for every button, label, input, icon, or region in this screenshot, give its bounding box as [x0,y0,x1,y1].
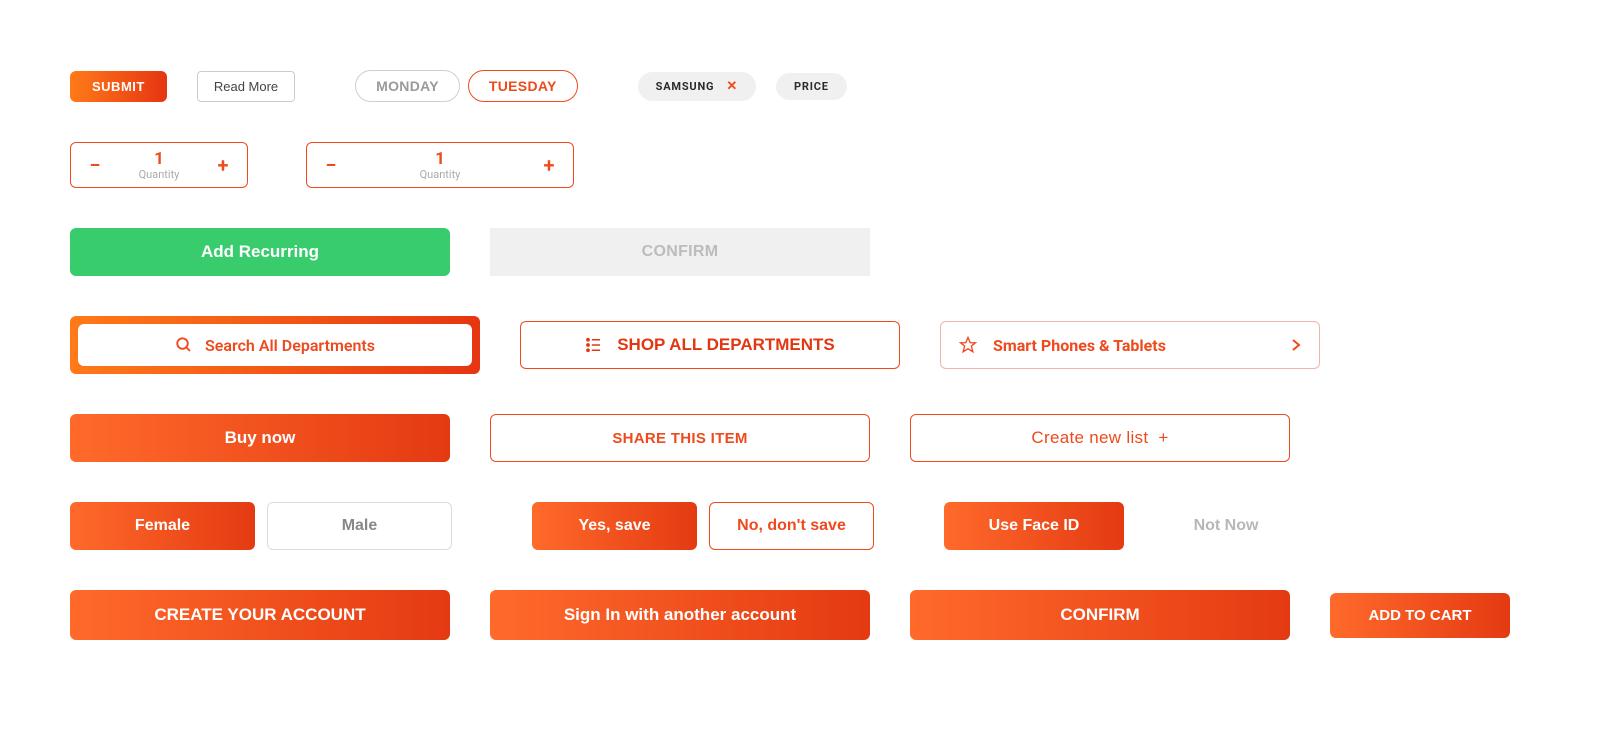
confirm-button[interactable]: CONFIRM [910,590,1290,640]
create-account-button[interactable]: CREATE YOUR ACCOUNT [70,590,450,640]
chip-label: SAMSUNG [656,80,715,93]
filter-chip-price[interactable]: PRICE [776,73,847,100]
chevron-right-icon [1291,338,1301,352]
search-icon [175,336,193,354]
plus-icon[interactable]: + [199,143,247,187]
buy-now-button[interactable]: Buy now [70,414,450,462]
category-nav[interactable]: Smart Phones & Tablets [940,321,1320,369]
category-label: Smart Phones & Tablets [993,336,1166,355]
add-recurring-button[interactable]: Add Recurring [70,228,450,276]
quantity-label: Quantity [139,169,180,180]
share-item-button[interactable]: SHARE THIS ITEM [490,414,870,462]
not-now-button[interactable]: Not Now [1136,502,1316,550]
create-list-label: Create new list [1031,428,1148,448]
signin-another-account-button[interactable]: Sign In with another account [490,590,870,640]
day-pill-tuesday[interactable]: TUESDAY [468,70,578,102]
chip-label: PRICE [794,80,829,93]
yes-save-button[interactable]: Yes, save [532,502,697,550]
day-pill-monday[interactable]: MONDAY [355,70,460,102]
add-to-cart-button[interactable]: ADD TO CART [1330,593,1510,638]
quantity-value: 1 [435,151,445,168]
gender-male-button[interactable]: Male [267,502,452,550]
gender-female-button[interactable]: Female [70,502,255,550]
filter-chip-samsung[interactable]: SAMSUNG ✕ [638,72,756,101]
submit-button[interactable]: SUBMIT [70,71,167,102]
create-new-list-button[interactable]: Create new list + [910,414,1290,462]
quantity-label: Quantity [420,169,461,180]
search-placeholder: Search All Departments [205,336,375,355]
quantity-value: 1 [154,151,164,168]
confirm-disabled-button: CONFIRM [490,228,870,276]
minus-icon[interactable]: − [71,143,119,187]
search-container: Search All Departments [70,316,480,374]
shop-all-departments-button[interactable]: SHOP ALL DEPARTMENTS [520,321,900,369]
list-icon [585,336,603,354]
use-faceid-button[interactable]: Use Face ID [944,502,1124,550]
close-icon[interactable]: ✕ [726,79,738,94]
quantity-stepper-large: − 1 Quantity + [306,142,574,188]
plus-icon[interactable]: + [525,143,573,187]
search-input[interactable]: Search All Departments [78,324,472,366]
star-icon [959,336,977,354]
minus-icon[interactable]: − [307,143,355,187]
read-more-button[interactable]: Read More [197,71,295,102]
shop-all-label: SHOP ALL DEPARTMENTS [617,335,835,355]
quantity-stepper: − 1 Quantity + [70,142,248,188]
plus-icon: + [1158,428,1168,448]
no-save-button[interactable]: No, don't save [709,502,874,550]
